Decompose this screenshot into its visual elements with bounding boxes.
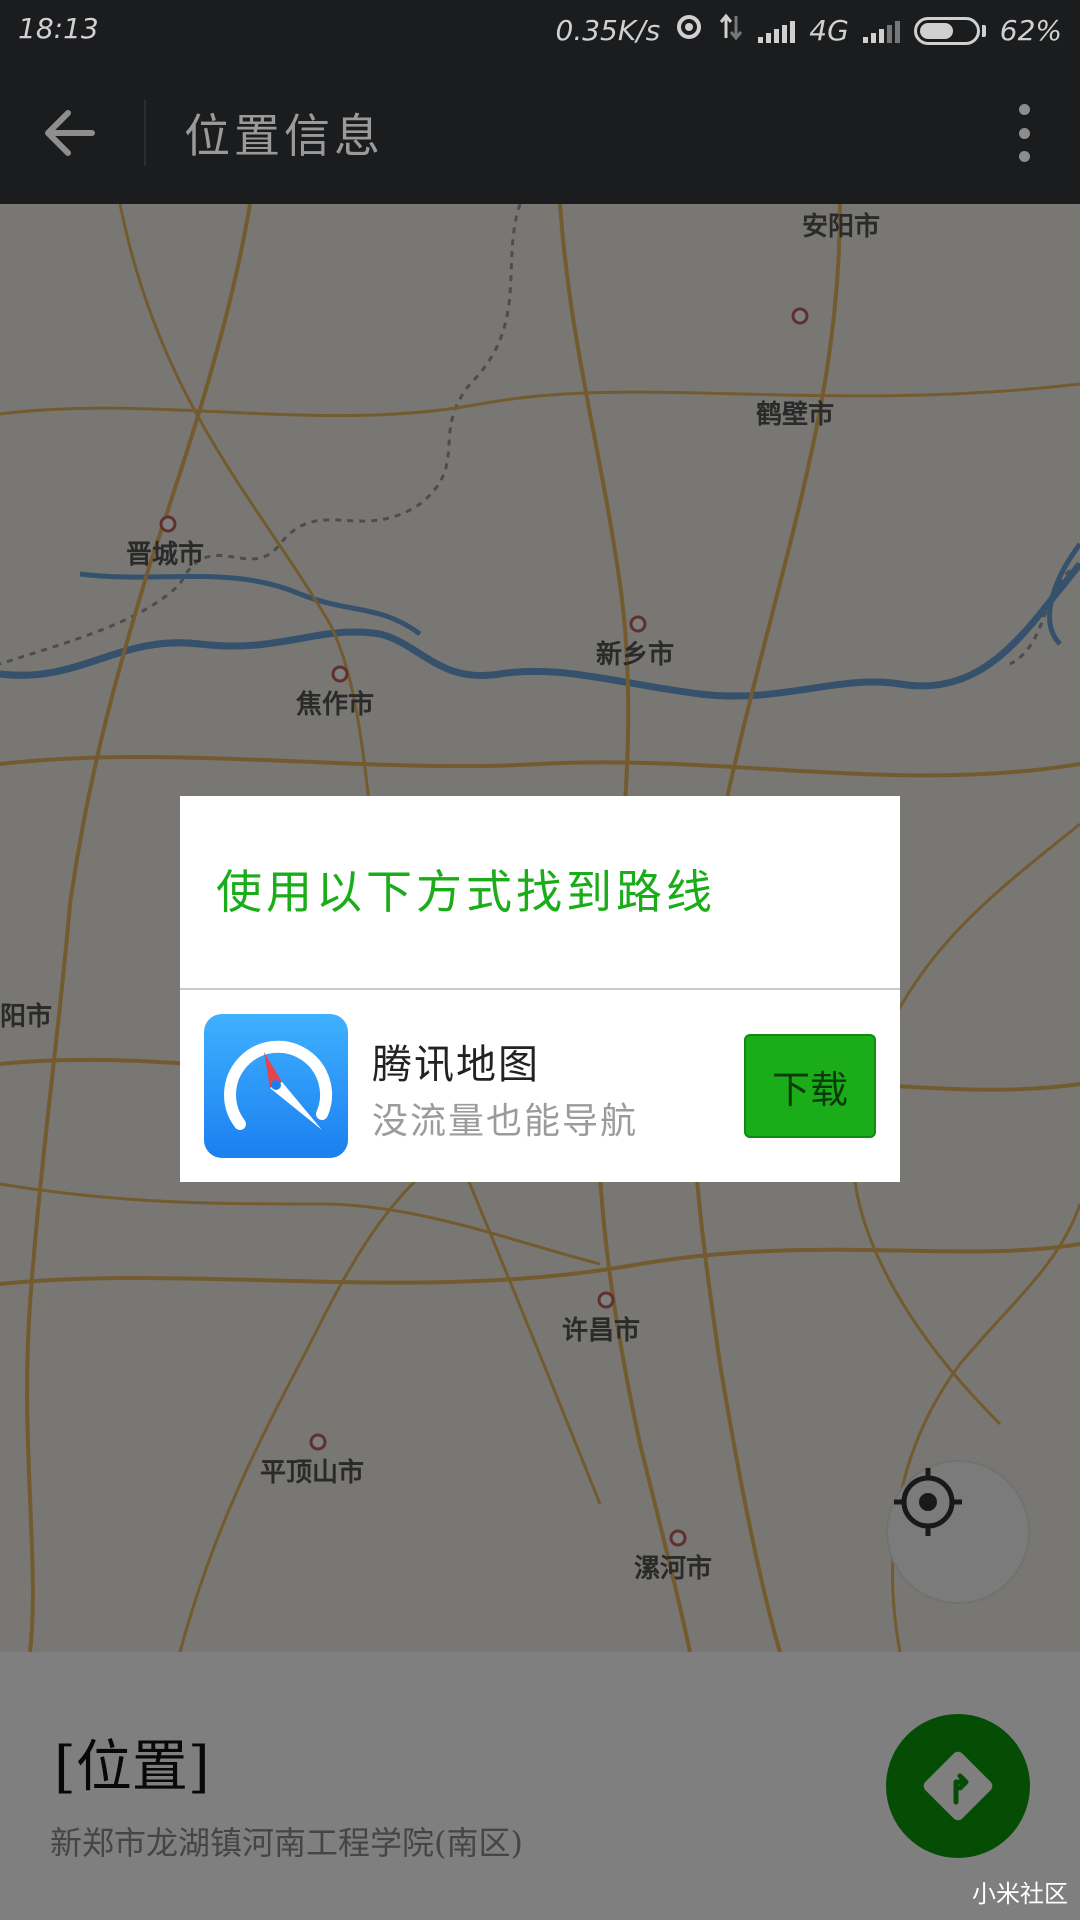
back-button[interactable] [30, 98, 114, 168]
watermark: 小米社区 [972, 1880, 1068, 1908]
more-vertical-icon [1018, 104, 1030, 115]
tencent-map-app-icon[interactable] [204, 1014, 348, 1158]
download-button[interactable]: 下载 [744, 1034, 876, 1138]
app-description: 没流量也能导航 [372, 1101, 639, 1142]
status-bar: 18:13 0.35K/s 4G 62% [0, 0, 1080, 62]
app-name: 腾讯地图 [372, 1042, 540, 1088]
route-dialog: 使用以下方式找到路线 腾讯地图 没流量也能导航 下载 [180, 796, 900, 1182]
status-right: 0.35K/s 4G 62% [556, 12, 1062, 49]
net-speed: 0.35K/s [555, 14, 661, 47]
sync-icon [674, 12, 704, 49]
dialog-title: 使用以下方式找到路线 [216, 865, 716, 919]
divider [144, 100, 146, 166]
signal-icon-2 [862, 19, 900, 43]
network-type: 4G [809, 14, 849, 47]
arrow-left-icon [45, 110, 95, 156]
page-title: 位置信息 [184, 109, 384, 163]
app-bar: 位置信息 [0, 62, 1080, 204]
battery-icon [913, 16, 986, 45]
compass-icon [224, 1040, 332, 1130]
signal-icon [758, 19, 796, 43]
more-button[interactable] [1004, 98, 1044, 168]
dialog-divider [180, 988, 900, 990]
data-transfer-icon [718, 12, 744, 49]
status-time: 18:13 [18, 12, 99, 45]
battery-percent: 62% [999, 14, 1062, 47]
